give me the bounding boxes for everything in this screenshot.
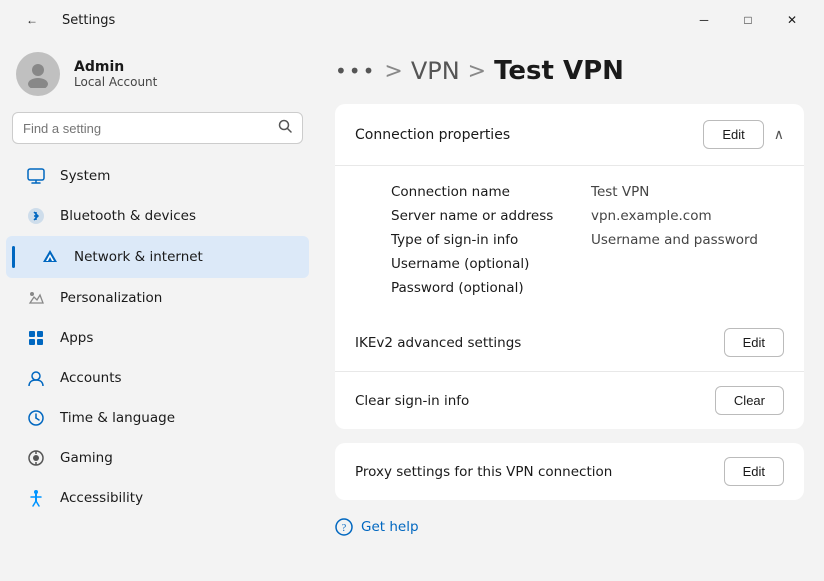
sidebar-item-apps[interactable]: Apps <box>6 318 309 358</box>
window-controls: ─ □ ✕ <box>684 5 812 35</box>
sidebar-item-label: Network & internet <box>74 249 203 265</box>
prop-label: Type of sign-in info <box>391 232 571 248</box>
sidebar-item-label: Time & language <box>60 410 175 426</box>
proxy-card: Proxy settings for this VPN connection E… <box>335 443 804 500</box>
breadcrumb-dots[interactable]: ••• <box>335 59 376 83</box>
user-type: Local Account <box>74 75 157 89</box>
personalization-icon <box>26 288 46 308</box>
user-name: Admin <box>74 59 157 75</box>
prop-row-connection-name: Connection name Test VPN <box>391 180 764 204</box>
connection-properties-actions: Edit ∧ <box>703 120 784 149</box>
get-help-link[interactable]: ? Get help <box>335 514 804 540</box>
accounts-icon <box>26 368 46 388</box>
proxy-edit-button[interactable]: Edit <box>724 457 784 486</box>
prop-label: Password (optional) <box>391 280 571 296</box>
search-bar[interactable] <box>12 112 303 144</box>
titlebar: ← Settings ─ □ ✕ <box>0 0 824 40</box>
search-input[interactable] <box>23 121 270 136</box>
chevron-up-icon[interactable]: ∧ <box>774 127 784 143</box>
prop-value-signin-type: Username and password <box>591 232 758 248</box>
nav-list: System Bluetooth & devices <box>0 156 315 518</box>
get-help-label: Get help <box>361 519 419 535</box>
sidebar-item-label: Gaming <box>60 450 113 466</box>
get-help-icon: ? <box>335 518 353 536</box>
time-icon <box>26 408 46 428</box>
breadcrumb-sep1: > <box>384 59 402 84</box>
back-button[interactable]: ← <box>12 5 52 35</box>
connection-edit-button[interactable]: Edit <box>703 120 763 149</box>
network-icon <box>40 247 60 267</box>
proxy-label: Proxy settings for this VPN connection <box>355 464 612 480</box>
prop-row-password: Password (optional) <box>391 276 764 300</box>
sidebar-item-network[interactable]: Network & internet <box>6 236 309 278</box>
sidebar-item-accounts[interactable]: Accounts <box>6 358 309 398</box>
connection-properties-title: Connection properties <box>355 127 510 143</box>
main-content: ••• > VPN > Test VPN Connection properti… <box>315 40 824 581</box>
prop-label: Server name or address <box>391 208 571 224</box>
sidebar-item-personalization[interactable]: Personalization <box>6 278 309 318</box>
breadcrumb: ••• > VPN > Test VPN <box>335 56 804 86</box>
sidebar-item-label: Accounts <box>60 370 122 386</box>
ikev2-label: IKEv2 advanced settings <box>355 335 521 351</box>
active-indicator <box>12 246 15 268</box>
accessibility-icon <box>26 488 46 508</box>
maximize-button[interactable]: □ <box>728 5 768 35</box>
ikev2-edit-button[interactable]: Edit <box>724 328 784 357</box>
sidebar-item-label: Accessibility <box>60 490 143 506</box>
sidebar-item-label: Apps <box>60 330 93 346</box>
clear-signin-label: Clear sign-in info <box>355 393 469 409</box>
breadcrumb-current: Test VPN <box>494 56 624 86</box>
prop-value-server: vpn.example.com <box>591 208 712 224</box>
sidebar-item-time[interactable]: Time & language <box>6 398 309 438</box>
prop-row-username: Username (optional) <box>391 252 764 276</box>
proxy-section: Proxy settings for this VPN connection E… <box>335 443 804 500</box>
user-section: Admin Local Account <box>0 40 315 112</box>
connection-properties-header: Connection properties Edit ∧ <box>335 104 804 166</box>
sidebar-item-system[interactable]: System <box>6 156 309 196</box>
system-icon <box>26 166 46 186</box>
prop-label: Connection name <box>391 184 571 200</box>
user-info: Admin Local Account <box>74 59 157 89</box>
breadcrumb-sep2: > <box>468 59 486 84</box>
prop-value-connection-name: Test VPN <box>591 184 649 200</box>
sidebar-item-label: Personalization <box>60 290 162 306</box>
sidebar-item-label: System <box>60 168 110 184</box>
connection-properties-body: Connection name Test VPN Server name or … <box>335 166 804 314</box>
connection-properties-card: Connection properties Edit ∧ Connection … <box>335 104 804 429</box>
apps-icon <box>26 328 46 348</box>
prop-row-signin-type: Type of sign-in info Username and passwo… <box>391 228 764 252</box>
sidebar-item-label: Bluetooth & devices <box>60 208 196 224</box>
window-title: Settings <box>62 13 115 28</box>
prop-row-server-address: Server name or address vpn.example.com <box>391 204 764 228</box>
clear-signin-section: Clear sign-in info Clear <box>335 371 804 429</box>
search-icon <box>278 119 292 137</box>
close-button[interactable]: ✕ <box>772 5 812 35</box>
bluetooth-icon <box>26 206 46 226</box>
sidebar-item-bluetooth[interactable]: Bluetooth & devices <box>6 196 309 236</box>
sidebar-item-gaming[interactable]: Gaming <box>6 438 309 478</box>
ikev2-section: IKEv2 advanced settings Edit <box>335 314 804 371</box>
prop-label: Username (optional) <box>391 256 571 272</box>
avatar <box>16 52 60 96</box>
breadcrumb-vpn[interactable]: VPN <box>411 57 460 85</box>
minimize-button[interactable]: ─ <box>684 5 724 35</box>
gaming-icon <box>26 448 46 468</box>
sidebar-item-accessibility[interactable]: Accessibility <box>6 478 309 518</box>
sidebar: Admin Local Account <box>0 40 315 581</box>
clear-signin-button[interactable]: Clear <box>715 386 784 415</box>
svg-text:?: ? <box>342 523 347 534</box>
